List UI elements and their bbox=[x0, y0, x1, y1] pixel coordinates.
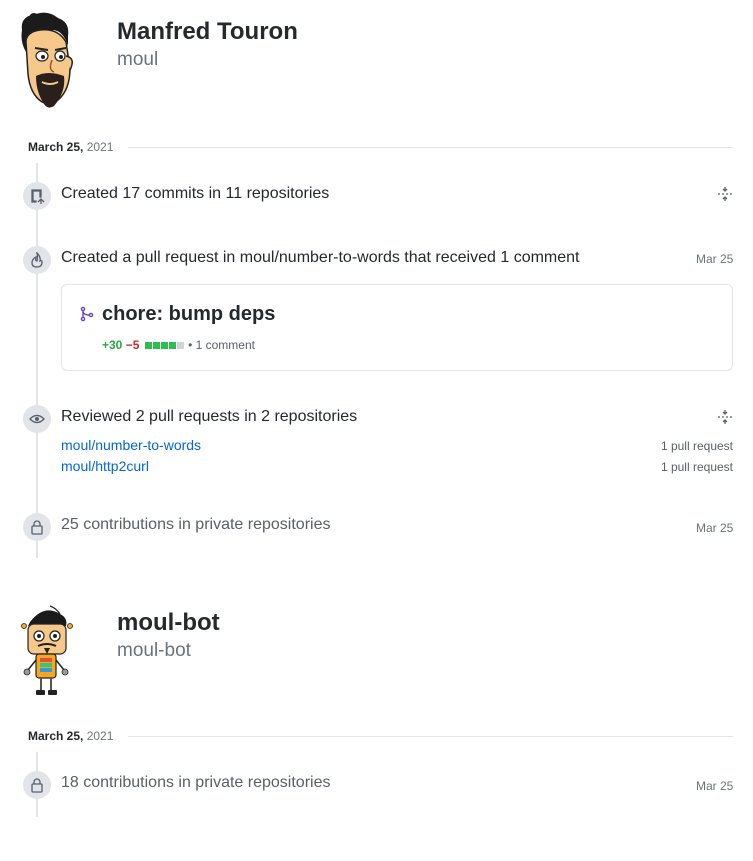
review-repo-count[interactable]: 1 pull request bbox=[661, 460, 733, 474]
pr-date[interactable]: Mar 25 bbox=[696, 252, 733, 266]
git-merge-icon bbox=[79, 306, 95, 327]
reviews-summary[interactable]: Reviewed 2 pull requests in 2 repositori… bbox=[61, 408, 357, 426]
date-month-day: March 25, bbox=[28, 140, 84, 154]
pr-deletions: −5 bbox=[125, 338, 140, 352]
private-contributions: 18 contributions in private repositories bbox=[61, 774, 331, 791]
private-contributions-date: Mar 25 bbox=[696, 779, 734, 793]
user-name[interactable]: Manfred Touron bbox=[117, 18, 298, 46]
pr-prefix: Created a pull request in bbox=[61, 249, 236, 266]
pull-request-summary: Created a pull request in moul/number-to… bbox=[61, 249, 580, 267]
lock-icon bbox=[23, 513, 51, 541]
review-repo-count[interactable]: 1 pull request bbox=[661, 439, 733, 453]
date-heading: March 25, 2021 bbox=[28, 729, 113, 743]
avatar-moul-bot[interactable] bbox=[14, 604, 78, 698]
fold-icon[interactable] bbox=[717, 409, 733, 430]
fold-icon[interactable] bbox=[717, 186, 733, 207]
pr-additions: +30 bbox=[102, 338, 123, 352]
avatar-manfred[interactable] bbox=[14, 12, 78, 110]
user-login[interactable]: moul-bot bbox=[117, 640, 191, 662]
pr-comments[interactable]: 1 comment bbox=[196, 338, 255, 352]
review-repo-link[interactable]: moul/http2curl bbox=[61, 458, 149, 474]
date-heading: March 25, 2021 bbox=[28, 140, 113, 154]
diff-square bbox=[152, 342, 160, 349]
pr-repo-link[interactable]: moul/number-to-words bbox=[240, 249, 400, 266]
private-contributions: 25 contributions in private repositories bbox=[61, 516, 331, 533]
user-login[interactable]: moul bbox=[117, 49, 158, 71]
pr-title[interactable]: chore: bump deps bbox=[102, 303, 275, 326]
timeline-line bbox=[36, 163, 38, 558]
diff-square bbox=[176, 342, 184, 349]
diff-square bbox=[144, 342, 152, 349]
user-name[interactable]: moul-bot bbox=[117, 609, 220, 637]
private-contributions-date: Mar 25 bbox=[696, 521, 734, 535]
pr-stats: +30 −5 • 1 comment bbox=[102, 338, 255, 352]
commits-summary[interactable]: Created 17 commits in 11 repositories bbox=[61, 185, 329, 203]
flame-icon bbox=[23, 246, 51, 274]
eye-icon bbox=[23, 405, 51, 433]
date-divider bbox=[128, 147, 733, 148]
diff-square bbox=[168, 342, 176, 349]
review-repo-link[interactable]: moul/number-to-words bbox=[61, 437, 201, 453]
diff-bar bbox=[144, 338, 188, 352]
date-year: 2021 bbox=[86, 729, 114, 743]
lock-icon bbox=[23, 771, 51, 799]
pr-suffix: that received 1 comment bbox=[404, 249, 580, 266]
pr-card: chore: bump deps +30 −5 • 1 comment bbox=[61, 284, 733, 371]
date-year: 2021 bbox=[86, 140, 114, 154]
diff-square bbox=[160, 342, 168, 349]
date-divider bbox=[128, 736, 733, 737]
date-month-day: March 25, bbox=[28, 729, 84, 743]
repo-push-icon bbox=[23, 182, 51, 210]
